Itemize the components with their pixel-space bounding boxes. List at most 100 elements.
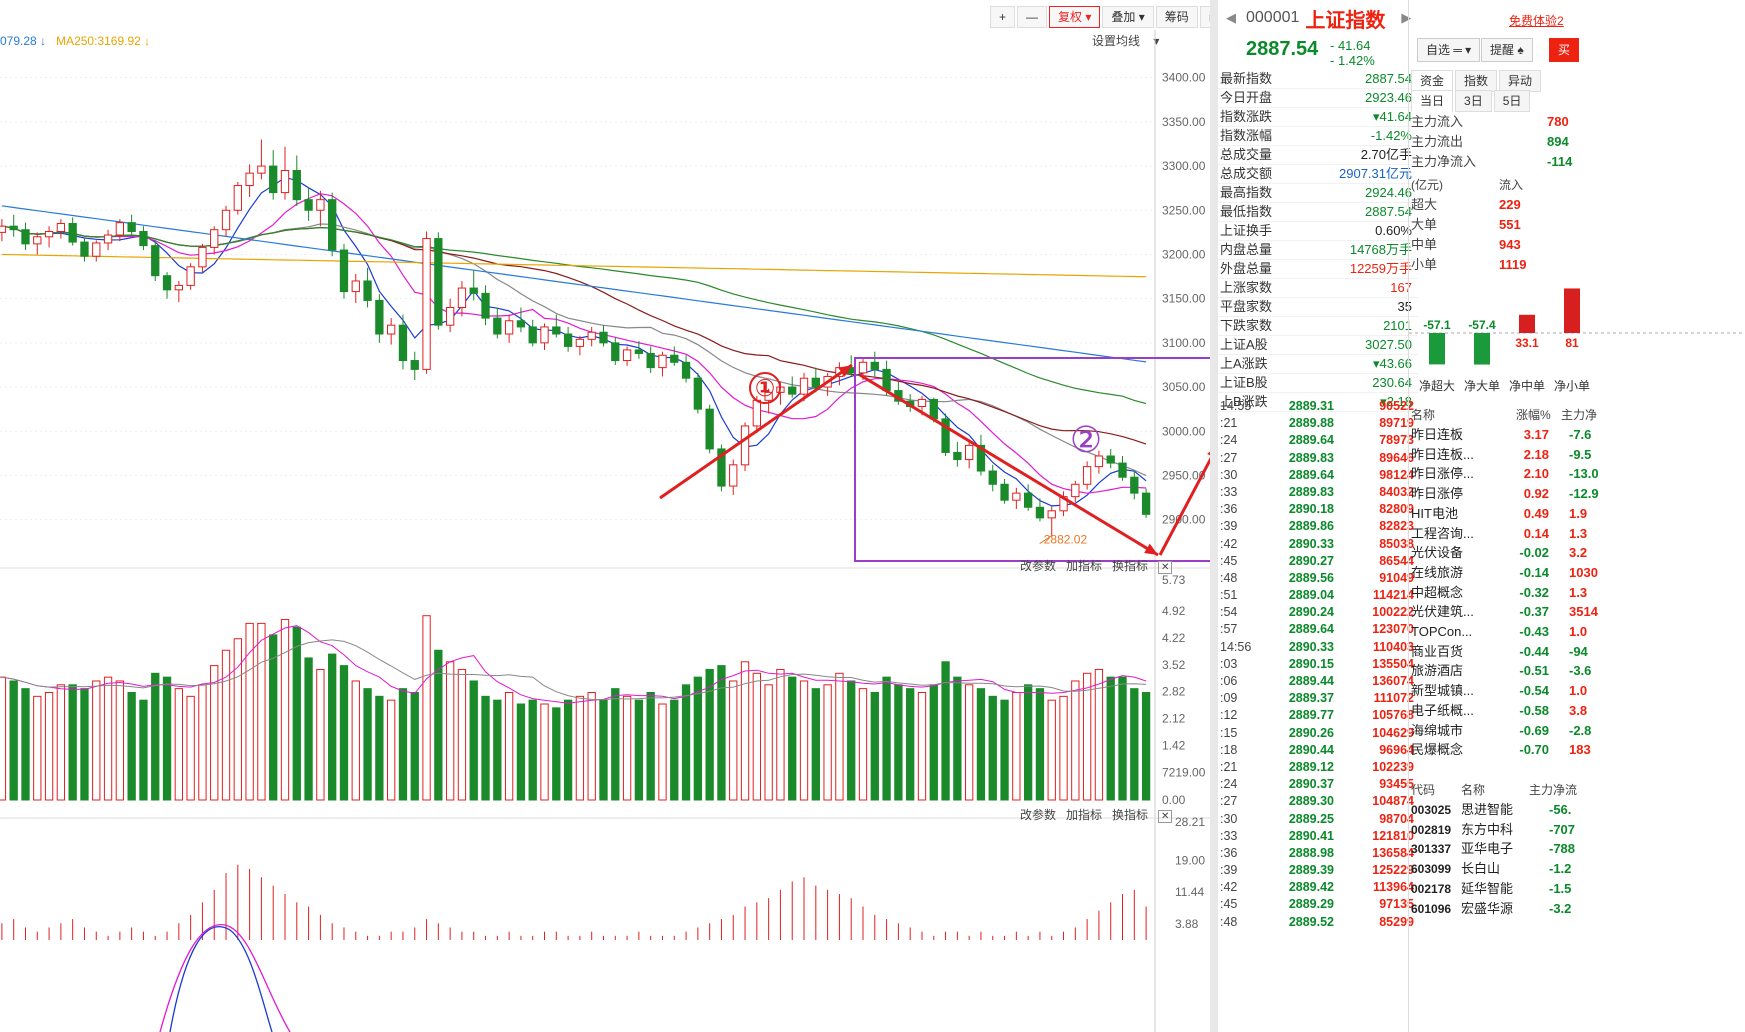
tick-volume: 78973 <box>1379 433 1414 448</box>
chart-svg: 3400.00 3350.00 3300.00 3250.00 3200.00 3150.… <box>0 30 1210 1032</box>
net-flow-bar <box>1564 288 1580 333</box>
stock-row[interactable]: 601096 宏盛华源 -3.2 <box>1411 899 1571 919</box>
tick-time: :27 <box>1220 450 1238 465</box>
add-indicator-button-2[interactable]: 加指标 <box>1066 808 1102 822</box>
funds-tab[interactable]: 异动 <box>1499 70 1542 92</box>
funds-tab[interactable]: 指数 <box>1455 70 1498 92</box>
sector-row[interactable]: 昨日连板 3.17 -7.6 <box>1411 425 1591 445</box>
price-tick-label: 3050.00 <box>1162 380 1206 394</box>
period-tab[interactable]: 5日 <box>1493 90 1531 112</box>
candle-body <box>752 399 761 427</box>
order-size-label: 小单 <box>1411 257 1438 272</box>
sector-row[interactable]: 在线旅游 -0.14 1030 <box>1411 563 1598 583</box>
prev-arrow-icon[interactable]: ◀ <box>1226 10 1236 26</box>
stat-label: 今日开盘 <box>1220 90 1273 105</box>
edit-params-button[interactable]: 改参数 <box>1020 559 1056 573</box>
sector-pct: -0.69 <box>1519 722 1549 738</box>
candle-body <box>80 241 89 257</box>
volume-bar <box>552 707 561 801</box>
volume-bar <box>103 676 113 801</box>
stock-row[interactable]: 301337 亚华电子 -788 <box>1411 839 1575 859</box>
volume-bar <box>504 691 514 801</box>
volume-bar <box>1130 688 1139 801</box>
sector-row[interactable]: 民爆概念 -0.70 183 <box>1411 740 1591 760</box>
sector-row[interactable]: 昨日涨停... 2.10 -13.0 <box>1411 464 1599 484</box>
tick-row: :30 2889.25 98704 <box>1218 811 1418 828</box>
tick-row: :45 2889.29 97135 <box>1218 896 1418 913</box>
tick-time: :03 <box>1220 656 1238 671</box>
sector-flow: 183 <box>1569 742 1591 758</box>
tick-price: 2890.41 <box>1288 828 1334 843</box>
sector-row[interactable]: 昨日涨停 0.92 -12.9 <box>1411 484 1599 504</box>
volume-bar <box>387 699 396 801</box>
candle-body <box>504 320 514 335</box>
tick-volume: 125229 <box>1372 863 1414 878</box>
volume-bar <box>611 688 620 801</box>
index-name: 上证指数 <box>1305 9 1386 32</box>
stat-label: 总成交量 <box>1220 147 1273 162</box>
main-flow-value: 780 <box>1547 114 1569 129</box>
watchlist-button[interactable]: 自选 ═ ▾ <box>1417 38 1481 62</box>
kline-chart-area[interactable]: + — 复权 ▾ 叠加 ▾ 筹码 画线 简约 隐藏 ▸▸ ⛶ 079.28 ↓ … <box>0 0 1210 1032</box>
tick-price: 2889.83 <box>1288 450 1334 465</box>
tick-time: :24 <box>1220 433 1238 448</box>
candle-body <box>351 280 360 293</box>
candle-body <box>457 287 467 308</box>
tick-list[interactable]: 14:55 2889.31 90522:21 2889.88 89719:24 2889.… <box>1218 398 1418 931</box>
edit-params-button-2[interactable]: 改参数 <box>1020 808 1056 822</box>
candle-body <box>658 354 667 369</box>
tick-price: 2890.27 <box>1288 553 1334 568</box>
tick-row: :36 2888.98 136584 <box>1218 845 1418 862</box>
close-icon[interactable]: ✕ <box>1158 810 1173 823</box>
stat-row: 最新指数 2887.54 <box>1218 70 1418 89</box>
volume-bar <box>835 672 844 801</box>
sector-row[interactable]: 昨日连板... 2.18 -9.5 <box>1411 445 1591 465</box>
tick-time: :45 <box>1220 897 1238 912</box>
period-tab[interactable]: 当日 <box>1411 90 1454 112</box>
stock-row[interactable]: 002819 东方中科 -707 <box>1411 820 1575 840</box>
volume-bar <box>198 684 207 801</box>
tick-time: :30 <box>1220 811 1238 826</box>
sector-row[interactable]: HIT电池 0.49 1.9 <box>1411 504 1587 524</box>
volume-bar <box>811 688 820 801</box>
volume-bar <box>115 680 125 801</box>
sector-row[interactable]: 光伏建筑... -0.37 3514 <box>1411 602 1598 622</box>
sector-row[interactable]: 光伏设备 -0.02 3.2 <box>1411 543 1587 563</box>
sector-row[interactable]: 商业百货 -0.44 -94 <box>1411 642 1588 662</box>
stock-row[interactable]: 603099 长白山 -1.2 <box>1411 859 1571 879</box>
tick-price: 2889.56 <box>1288 570 1334 585</box>
sector-row[interactable]: 电子纸概... -0.58 3.8 <box>1411 701 1587 721</box>
price-tick-label: 3150.00 <box>1162 292 1206 306</box>
tick-row: :18 2890.44 96964 <box>1218 742 1418 759</box>
stat-value: 2887.54 <box>1365 71 1412 86</box>
tick-price: 2889.39 <box>1288 863 1334 878</box>
alert-button[interactable]: 提醒 ♠ <box>1481 38 1533 62</box>
stock-row[interactable]: 002178 延华智能 -1.5 <box>1411 879 1571 899</box>
buy-button[interactable]: 买 <box>1549 38 1580 62</box>
switch-indicator-button-2[interactable]: 换指标 <box>1112 808 1148 822</box>
sector-row[interactable]: TOPCon... -0.43 1.0 <box>1411 622 1587 642</box>
panel-splitter[interactable] <box>1210 0 1218 1032</box>
switch-indicator-button[interactable]: 换指标 <box>1112 559 1148 573</box>
free-trial-link[interactable]: 免费体验2 <box>1509 12 1564 29</box>
close-icon[interactable]: ✕ <box>1158 561 1173 574</box>
tick-price: 2889.31 <box>1288 399 1334 413</box>
stat-label: 上涨家数 <box>1220 280 1273 295</box>
tick-price: 2889.64 <box>1288 433 1334 448</box>
tick-price: 2889.64 <box>1288 622 1334 637</box>
net-flow-bar <box>1429 333 1445 365</box>
stock-row[interactable]: 003025 思进智能 -56. <box>1411 800 1571 820</box>
sector-row[interactable]: 中超概念 -0.32 1.3 <box>1411 583 1587 603</box>
sector-row[interactable]: 工程咨询... 0.14 1.3 <box>1411 524 1587 544</box>
net-flow-value: -57.1 <box>1423 318 1451 332</box>
candle-body <box>681 361 691 379</box>
sector-row[interactable]: 旅游酒店 -0.51 -3.6 <box>1411 661 1591 681</box>
stat-label: 上A涨跌 <box>1220 356 1268 371</box>
sector-row[interactable]: 海绵城市 -0.69 -2.8 <box>1411 721 1591 741</box>
funds-tab[interactable]: 资金 <box>1411 70 1454 92</box>
sector-row[interactable]: 新型城镇... -0.54 1.0 <box>1411 681 1587 701</box>
add-indicator-button[interactable]: 加指标 <box>1066 559 1102 573</box>
main-flow-value: 894 <box>1547 134 1569 149</box>
period-tab[interactable]: 3日 <box>1455 90 1492 112</box>
net-flow-label: 净中单 <box>1509 378 1545 393</box>
